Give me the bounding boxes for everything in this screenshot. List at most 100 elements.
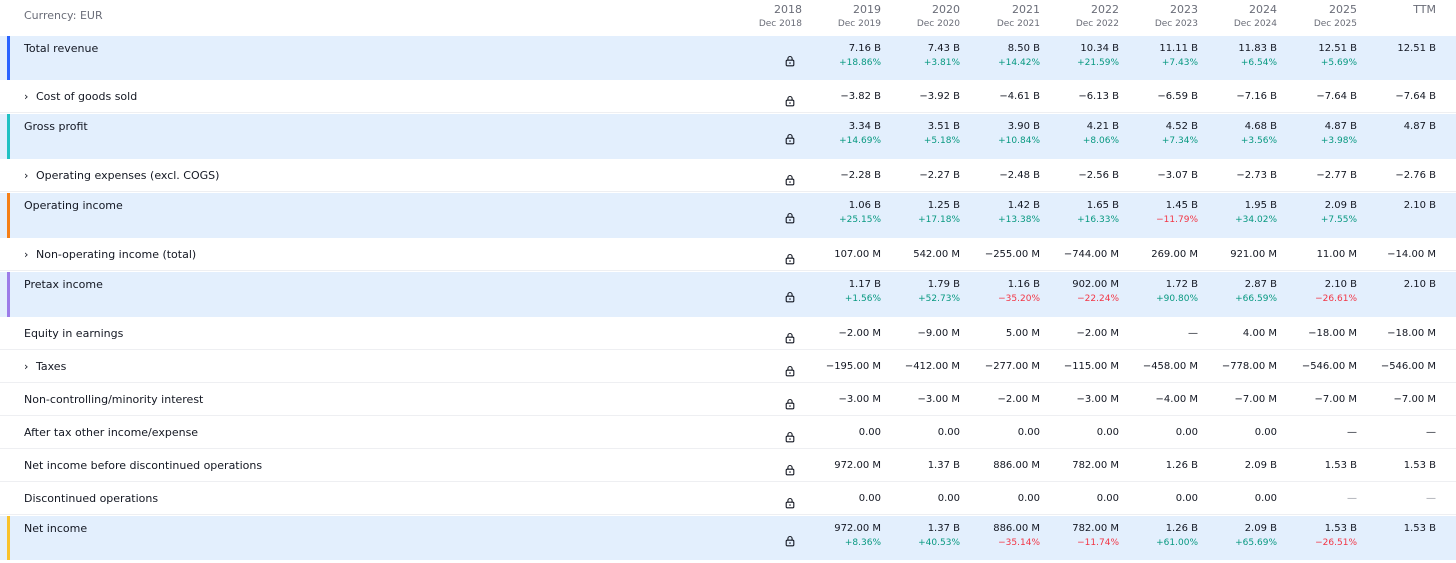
cell-value: −7.64 B: [1316, 91, 1357, 102]
chevron-right-icon[interactable]: ›: [24, 248, 36, 261]
value-cell: 3.34 B +14.69%: [801, 120, 881, 148]
cell-change: +5.69%: [1320, 58, 1357, 68]
lock-icon[interactable]: [784, 209, 796, 224]
cell-value: −744.00 M: [1063, 249, 1119, 260]
value-cell: 542.00 M: [880, 248, 960, 262]
row-equity-in-earnings: Equity in earnings −2.00 M −9.00 M 5.00 M −2…: [0, 318, 1456, 350]
lock-icon[interactable]: [784, 171, 796, 186]
row-label-text: Equity in earnings: [24, 327, 124, 340]
value-cell: 1.53 B −26.51%: [1277, 522, 1357, 550]
lock-icon[interactable]: [784, 461, 796, 476]
value-cell: −195.00 M: [801, 360, 881, 374]
value-cell: 0.00: [1118, 492, 1198, 506]
cell-value: 0.00: [1254, 493, 1277, 504]
cell-value: 972.00 M: [834, 523, 881, 534]
cell-value: 542.00 M: [913, 249, 960, 260]
row-label: Equity in earnings: [24, 327, 123, 340]
cell-value: −412.00 M: [904, 361, 960, 372]
cell-value: 1.37 B: [927, 460, 960, 471]
cell-value: 0.00: [937, 427, 960, 438]
column-year: 2025: [1329, 3, 1357, 16]
row-accent-bar: [7, 272, 10, 317]
row-taxes[interactable]: › Taxes −195.00 M −412.00 M −277.00 M −115.00…: [0, 351, 1456, 383]
cell-value: 4.68 B: [1244, 121, 1277, 132]
cell-value: 10.34 B: [1080, 43, 1119, 54]
lock-icon[interactable]: [784, 329, 796, 344]
cell-change: +6.54%: [1240, 58, 1277, 68]
value-cell: −2.56 B: [1039, 169, 1119, 183]
lock-icon[interactable]: [784, 250, 796, 265]
cell-value: 1.42 B: [1007, 200, 1040, 211]
cell-change: +52.73%: [918, 294, 960, 304]
cell-value: −546.00 M: [1380, 361, 1436, 372]
lock-icon[interactable]: [784, 92, 796, 107]
value-cell: 11.00 M: [1277, 248, 1357, 262]
lock-icon[interactable]: [784, 52, 796, 67]
column-period: Dec 2024: [1233, 19, 1277, 29]
chevron-right-icon[interactable]: ›: [24, 90, 36, 103]
chevron-right-icon[interactable]: ›: [24, 169, 36, 182]
lock-icon[interactable]: [784, 532, 796, 547]
row-label: Net income before discontinued operation…: [24, 459, 262, 472]
row-label[interactable]: › Cost of goods sold: [24, 90, 137, 103]
cell-value: 11.11 B: [1159, 43, 1198, 54]
column-year: TTM: [1413, 3, 1436, 16]
value-cell: 1.37 B +40.53%: [880, 522, 960, 550]
lock-icon[interactable]: [784, 395, 796, 410]
row-label-text: Non-controlling/minority interest: [24, 393, 204, 406]
lock-icon[interactable]: [784, 428, 796, 443]
row-label: Discontinued operations: [24, 492, 158, 505]
lock-icon[interactable]: [784, 494, 796, 509]
value-cell: 0.00: [960, 492, 1040, 506]
lock-icon[interactable]: [784, 288, 796, 303]
lock-icon[interactable]: [784, 362, 796, 377]
value-cell: 1.72 B +90.80%: [1118, 278, 1198, 306]
row-label[interactable]: › Operating expenses (excl. COGS): [24, 169, 219, 182]
column-header-2022: 2022 Dec 2022: [1039, 3, 1119, 31]
cell-change: +14.42%: [998, 58, 1040, 68]
value-cell: −2.48 B: [960, 169, 1040, 183]
cell-value: 886.00 M: [993, 460, 1040, 471]
value-cell: 1.53 B: [1356, 522, 1436, 536]
cell-value: 1.06 B: [848, 200, 881, 211]
value-cell: −458.00 M: [1118, 360, 1198, 374]
cell-value: 11.83 B: [1238, 43, 1277, 54]
cell-value: 107.00 M: [834, 249, 881, 260]
value-cell: 11.83 B +6.54%: [1197, 42, 1277, 70]
lock-icon[interactable]: [784, 130, 796, 145]
row-non-operating-income-total[interactable]: › Non-operating income (total) 107.00 M 542…: [0, 239, 1456, 271]
row-non-controlling-minority-interest: Non-controlling/minority interest −3.00 M…: [0, 384, 1456, 416]
row-label: Non-controlling/minority interest: [24, 393, 203, 406]
cell-value: 2.87 B: [1244, 279, 1277, 290]
row-label: Total revenue: [24, 42, 98, 55]
cell-value: 4.00 M: [1242, 328, 1277, 339]
cell-value: 0.00: [1175, 427, 1198, 438]
row-label-text: Operating income: [24, 199, 123, 212]
column-year: 2021: [1012, 3, 1040, 16]
row-label-text: Net income: [24, 522, 88, 535]
cell-value: 2.09 B: [1244, 523, 1277, 534]
row-label[interactable]: › Taxes: [24, 360, 66, 373]
value-cell: 0.00: [1197, 426, 1277, 440]
row-label[interactable]: › Non-operating income (total): [24, 248, 196, 261]
row-cost-of-goods-sold[interactable]: › Cost of goods sold −3.82 B −3.92 B −4.61 B…: [0, 81, 1456, 113]
chevron-right-icon[interactable]: ›: [24, 360, 36, 373]
value-cell: 2.87 B +66.59%: [1197, 278, 1277, 306]
cell-value: 8.50 B: [1007, 43, 1040, 54]
value-cell: 782.00 M −11.74%: [1039, 522, 1119, 550]
row-label: Pretax income: [24, 278, 103, 291]
cell-change: +3.81%: [923, 58, 960, 68]
row-operating-expenses-excl-cogs[interactable]: › Operating expenses (excl. COGS) −2.28 B −…: [0, 160, 1456, 192]
cell-value: −18.00 M: [1308, 328, 1357, 339]
value-cell: 0.00: [1039, 492, 1119, 506]
value-cell: 921.00 M: [1197, 248, 1277, 262]
value-cell: −2.73 B: [1197, 169, 1277, 183]
row-label: Gross profit: [24, 120, 88, 133]
cell-value: 0.00: [1254, 427, 1277, 438]
value-cell: 8.50 B +14.42%: [960, 42, 1040, 70]
cell-value: 1.53 B: [1403, 523, 1436, 534]
value-cell: −6.59 B: [1118, 90, 1198, 104]
cell-change: +25.15%: [839, 215, 881, 225]
cell-change: +40.53%: [918, 538, 960, 548]
column-year: 2020: [932, 3, 960, 16]
